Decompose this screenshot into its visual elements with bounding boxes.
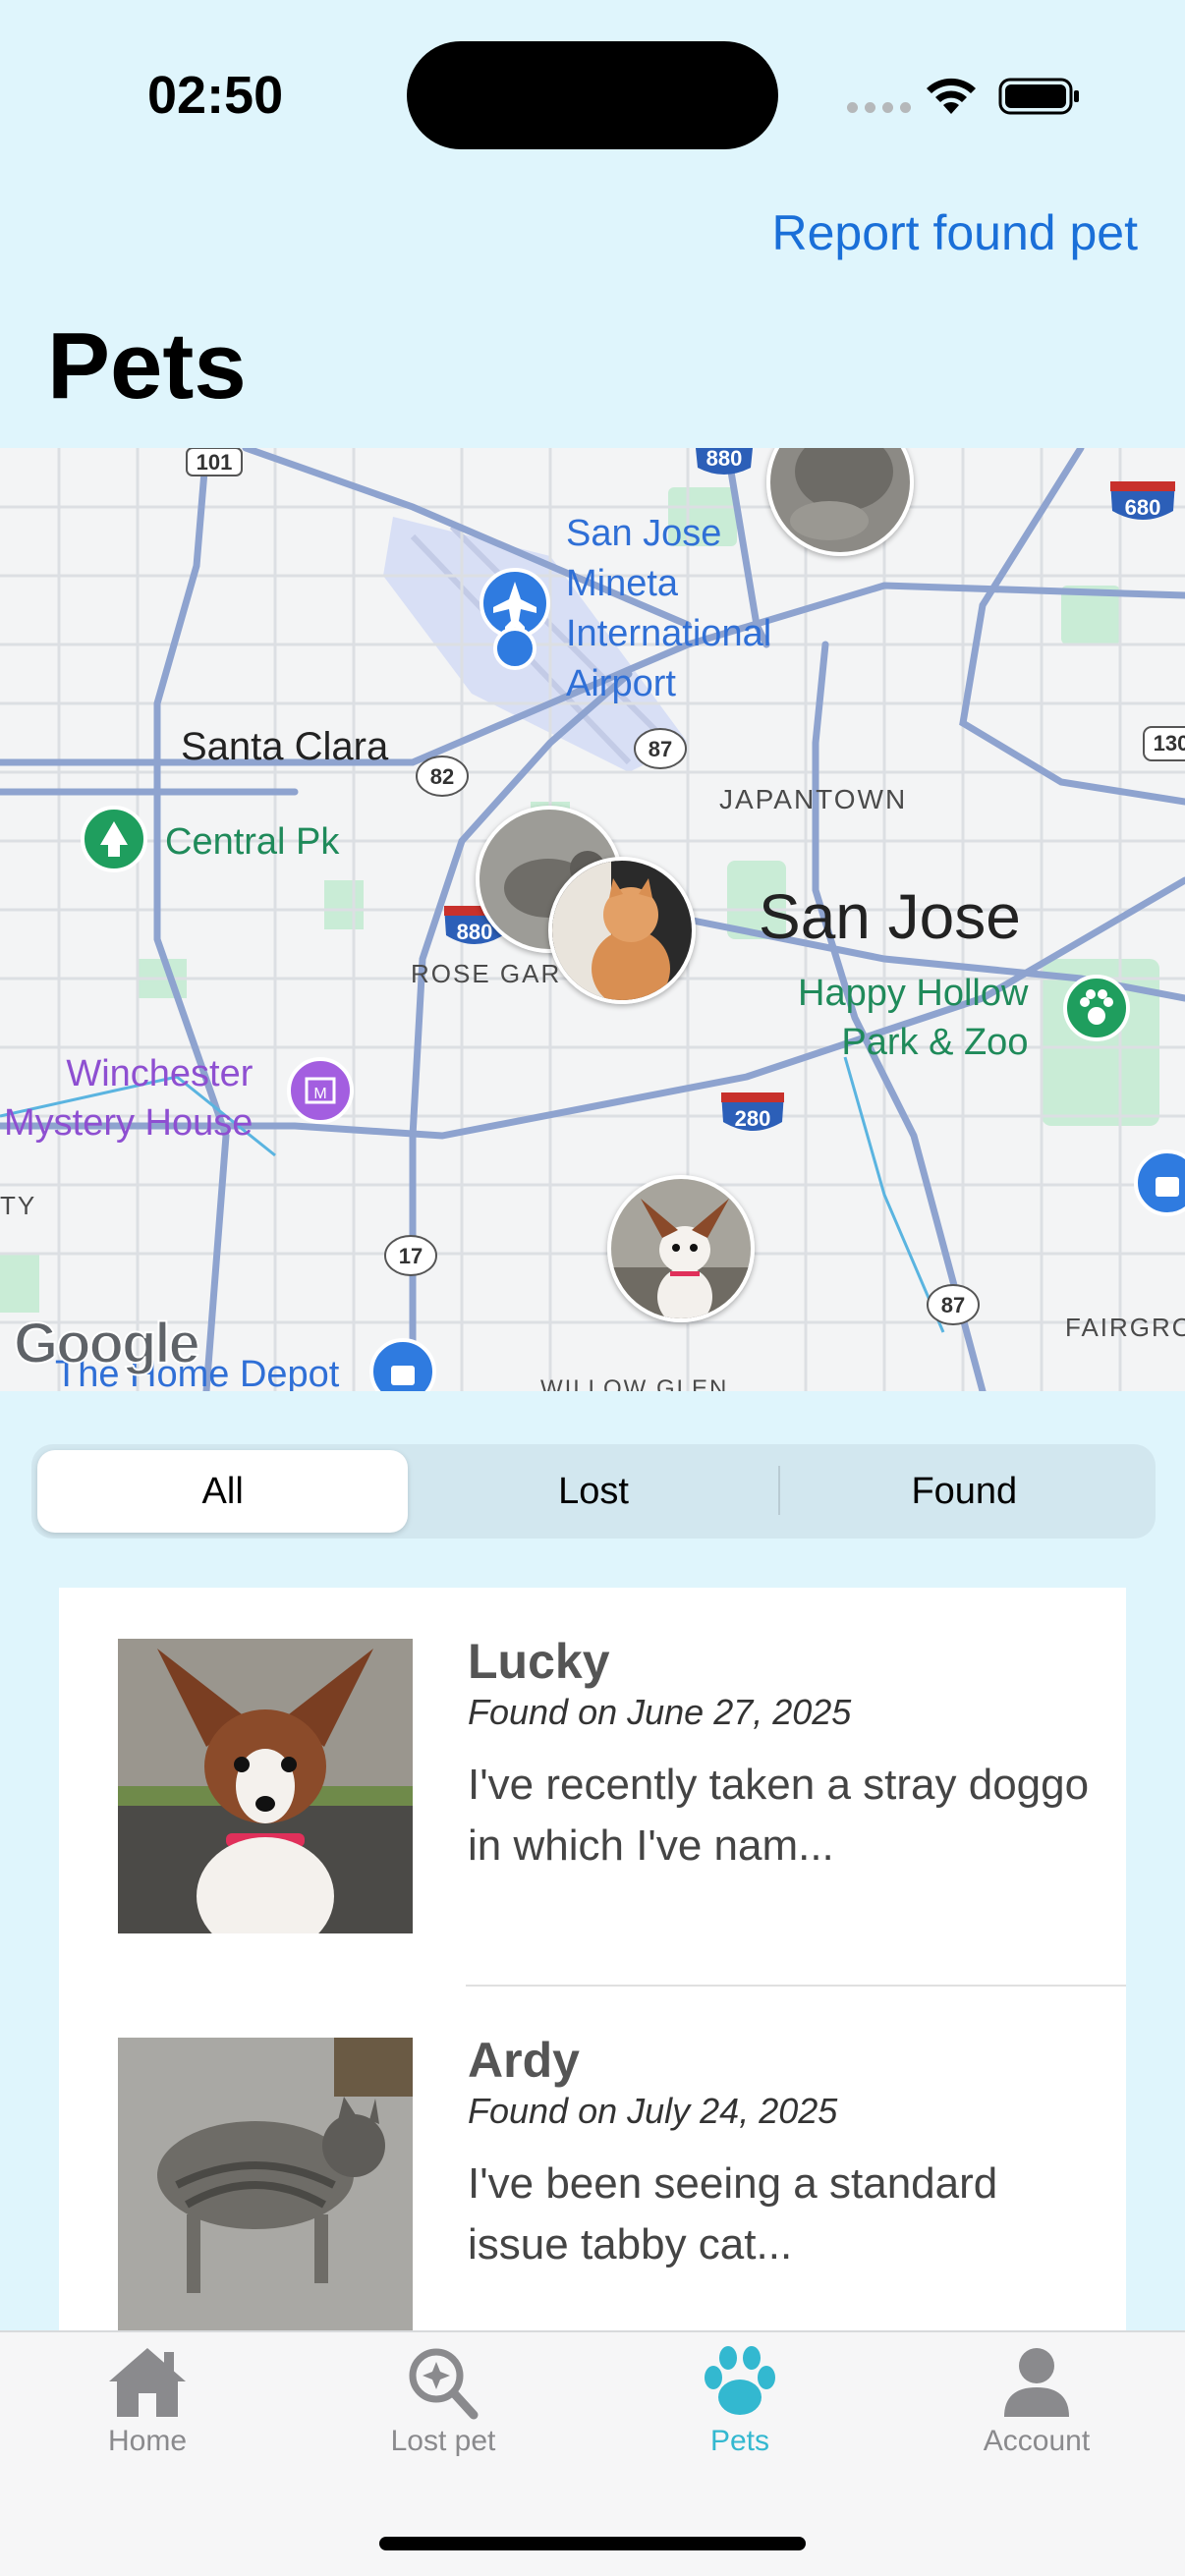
museum-pin-icon: M: [287, 1057, 354, 1124]
highway-shield-17: 17: [384, 1235, 437, 1276]
svg-text:M: M: [313, 1086, 326, 1102]
shopping-pin-icon-right: [1134, 1149, 1185, 1216]
highway-shield-87-south: 87: [927, 1284, 980, 1325]
person-icon: [1004, 2348, 1069, 2417]
filter-all[interactable]: All: [37, 1450, 409, 1533]
map-label-rose-garden: ROSE GAR: [411, 959, 562, 988]
tab-label: Home: [107, 2425, 188, 2457]
highway-shield-880-north: 880: [696, 448, 753, 475]
pet-name: Lucky: [468, 1634, 610, 1689]
svg-text:87: 87: [649, 737, 672, 761]
svg-text:82: 82: [430, 764, 454, 789]
filter-lost[interactable]: Lost: [408, 1450, 778, 1533]
svg-text:880: 880: [706, 448, 743, 471]
highway-shield-680: 680: [1110, 481, 1175, 520]
map-label-san-jose: San Jose: [759, 881, 1021, 952]
highway-shield-280: 280: [721, 1092, 784, 1131]
highway-shield-101: 101: [186, 448, 243, 476]
map-label-santa-clara: Santa Clara: [181, 725, 389, 768]
map-label-japantown: JAPANTOWN: [719, 784, 908, 814]
pet-description: I've recently taken a stray doggo in whi…: [468, 1761, 1090, 1870]
map-label-willow-glen: WILLOW GLEN: [540, 1375, 729, 1391]
svg-text:87: 87: [941, 1293, 965, 1317]
svg-text:280: 280: [735, 1106, 771, 1131]
pet-name: Ardy: [468, 2033, 580, 2088]
status-time: 02:50: [147, 66, 284, 125]
home-indicator[interactable]: [379, 2537, 806, 2550]
tab-home[interactable]: Home: [29, 2342, 265, 2458]
map-label-winchester: Winchester Mystery House: [4, 1053, 254, 1144]
map-label-airport: San Jose Mineta International Airport: [566, 513, 772, 704]
tab-lost-pet[interactable]: Lost pet: [325, 2342, 561, 2458]
pet-found-date: Found on July 24, 2025: [468, 2091, 838, 2131]
tab-label: Lost pet: [390, 2425, 496, 2457]
cellular-signal-icon: [847, 102, 911, 113]
pet-found-date: Found on June 27, 2025: [468, 1692, 852, 1732]
pet-pin-tabby-top[interactable]: [766, 448, 914, 556]
filter-found[interactable]: Found: [779, 1450, 1150, 1533]
pets-map[interactable]: 101 880 680 82 87 880 280 17 87 130 M Sa…: [0, 448, 1185, 1391]
battery-icon: [998, 78, 1079, 115]
wifi-icon: [927, 78, 976, 114]
pet-pin-puppy[interactable]: [607, 1175, 755, 1322]
google-logo: Google: [13, 1311, 201, 1376]
park-pin-icon: [81, 806, 147, 872]
tab-label: Account: [983, 2425, 1091, 2457]
status-bar: 02:50: [0, 0, 1185, 196]
list-item[interactable]: Lucky Found on June 27, 2025 I've recent…: [59, 1588, 1126, 1987]
svg-text:130: 130: [1154, 731, 1185, 756]
map-label-ty: TY: [0, 1191, 37, 1220]
pet-pin-orange-cat[interactable]: [548, 857, 696, 1004]
pet-description: I've been seeing a standard issue tabby …: [468, 2159, 998, 2268]
tab-pets[interactable]: Pets: [622, 2342, 858, 2458]
page-title: Pets: [47, 313, 247, 419]
tab-label: Pets: [709, 2425, 770, 2457]
svg-text:101: 101: [197, 450, 233, 475]
segment-divider: [778, 1466, 780, 1515]
dynamic-island: [407, 41, 778, 149]
highway-shield-130: 130: [1143, 726, 1185, 761]
highway-shield-82: 82: [416, 756, 469, 797]
report-found-pet-link[interactable]: Report found pet: [772, 204, 1139, 261]
shopping-pin-icon: [369, 1338, 436, 1391]
pet-list[interactable]: Lucky Found on June 27, 2025 I've recent…: [59, 1588, 1126, 2334]
list-item[interactable]: Ardy Found on July 24, 2025 I've been se…: [59, 1987, 1126, 2334]
map-label-fairgrounds: FAIRGRO: [1065, 1313, 1185, 1342]
zoo-pin-icon: [1063, 975, 1130, 1041]
tab-account[interactable]: Account: [919, 2342, 1155, 2458]
map-label-happy-hollow: Happy Hollow Park & Zoo: [798, 973, 1029, 1063]
airport-pin-icon: [480, 568, 550, 639]
highway-shield-87-north: 87: [634, 728, 687, 769]
pet-photo: [118, 1639, 413, 1933]
paw-icon: [705, 2346, 775, 2415]
status-filter-segmented-control[interactable]: All Lost Found: [31, 1444, 1156, 1539]
map-label-central-pk: Central Pk: [165, 821, 340, 863]
magnifier-sparkle-icon: [409, 2348, 479, 2420]
house-icon: [109, 2348, 186, 2417]
current-location-dot: [493, 627, 536, 670]
pet-photo: [118, 2038, 413, 2332]
svg-text:17: 17: [399, 1244, 423, 1268]
svg-text:680: 680: [1125, 495, 1161, 520]
